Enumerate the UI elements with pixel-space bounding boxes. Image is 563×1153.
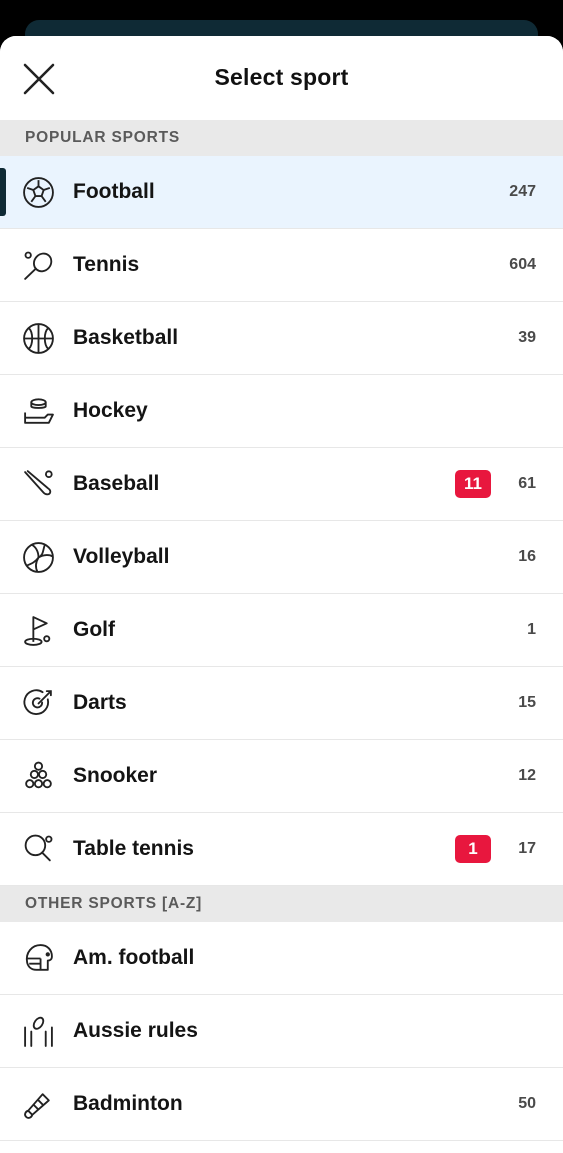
sport-row-golf[interactable]: Golf 1	[0, 594, 563, 667]
hockey-icon	[22, 395, 55, 428]
sport-name: Badminton	[73, 1092, 183, 1115]
sport-row-table-tennis[interactable]: Table tennis 1 17	[0, 813, 563, 886]
sport-name: Hockey	[73, 399, 148, 422]
event-count: 17	[518, 840, 536, 857]
table-tennis-icon	[22, 833, 55, 866]
event-count: 16	[518, 548, 536, 565]
sport-name: Darts	[73, 691, 127, 714]
sport-row-basketball[interactable]: Basketball 39	[0, 302, 563, 375]
live-count-badge: 11	[455, 470, 491, 498]
golf-icon	[22, 614, 55, 647]
sport-row-american-football[interactable]: Am. football	[0, 922, 563, 995]
event-count: 50	[518, 1095, 536, 1112]
badminton-icon	[22, 1088, 55, 1121]
live-count-badge: 1	[455, 835, 491, 863]
baseball-icon	[22, 468, 55, 501]
page-title: Select sport	[214, 64, 349, 90]
american-football-icon	[22, 942, 55, 975]
event-count: 39	[518, 329, 536, 346]
sport-name: Golf	[73, 618, 115, 641]
sport-name: Am. football	[73, 946, 195, 969]
basketball-icon	[22, 322, 55, 355]
sport-row-hockey[interactable]: Hockey	[0, 375, 563, 448]
tennis-icon	[22, 249, 55, 282]
section-header-popular: POPULAR SPORTS	[0, 120, 563, 156]
snooker-icon	[22, 760, 55, 793]
sport-name: Table tennis	[73, 837, 194, 860]
event-count: 12	[518, 767, 536, 784]
sport-name: Aussie rules	[73, 1019, 198, 1042]
sport-name: Snooker	[73, 764, 158, 787]
sport-row-football[interactable]: Football 247	[0, 156, 563, 229]
sport-row-darts[interactable]: Darts 15	[0, 667, 563, 740]
event-count: 247	[509, 183, 536, 200]
section-header-other: OTHER SPORTS [A-Z]	[0, 886, 563, 922]
select-sport-sheet: Select sport POPULAR SPORTS Football 247…	[0, 36, 563, 1153]
sport-name: Volleyball	[73, 545, 170, 568]
volleyball-icon	[22, 541, 55, 574]
darts-icon	[22, 687, 55, 720]
aussie-rules-icon	[22, 1015, 55, 1048]
event-count: 604	[509, 256, 536, 273]
sport-row-badminton[interactable]: Badminton 50	[0, 1068, 563, 1141]
sport-row-volleyball[interactable]: Volleyball 16	[0, 521, 563, 594]
sport-row-tennis[interactable]: Tennis 604	[0, 229, 563, 302]
sport-row-baseball[interactable]: Baseball 11 61	[0, 448, 563, 521]
event-count: 1	[527, 621, 536, 638]
event-count: 61	[518, 475, 536, 492]
sport-name: Basketball	[73, 326, 179, 349]
sport-name: Baseball	[73, 472, 160, 495]
sheet-header: Select sport	[0, 36, 563, 120]
sport-name: Tennis	[73, 253, 140, 276]
event-count: 15	[518, 694, 536, 711]
football-icon	[22, 176, 55, 209]
sport-row-snooker[interactable]: Snooker 12	[0, 740, 563, 813]
sport-name: Football	[73, 180, 155, 203]
sport-row-aussie-rules[interactable]: Aussie rules	[0, 995, 563, 1068]
